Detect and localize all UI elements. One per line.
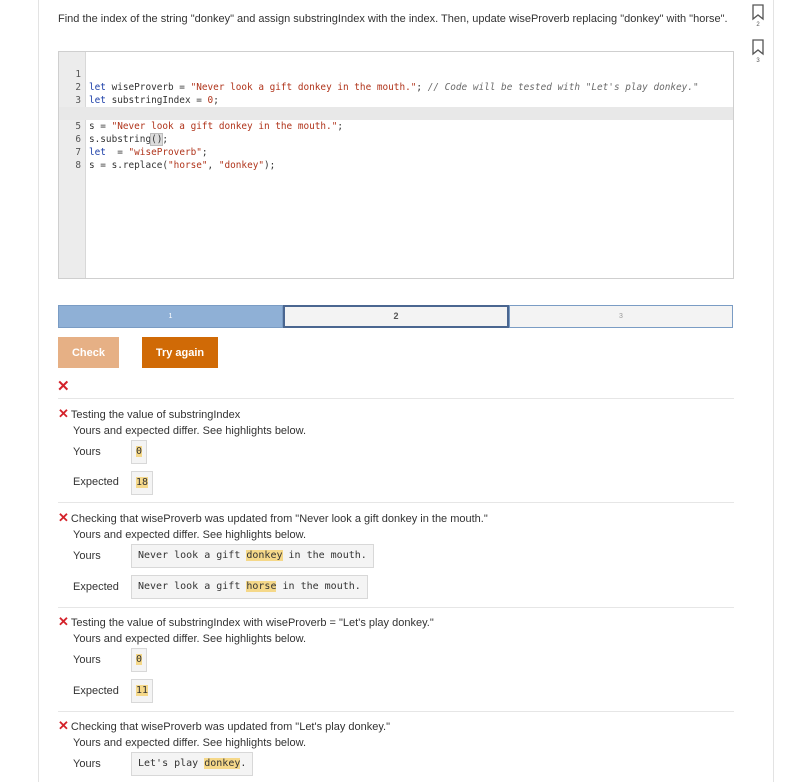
value-text: in the mouth. bbox=[282, 550, 367, 561]
test-title-text: Checking that wiseProverb was updated fr… bbox=[70, 513, 488, 525]
divider bbox=[58, 607, 734, 608]
diff-highlight: horse bbox=[246, 581, 277, 592]
code-line: 7 s = s.replace("horse", "donkey"); bbox=[59, 133, 733, 171]
bookmark-icon[interactable] bbox=[751, 39, 765, 56]
value-text: in the mouth. bbox=[276, 581, 361, 592]
yours-value: 0 bbox=[131, 440, 148, 464]
test-title: ✕ Checking that wiseProverb was updated f… bbox=[58, 510, 488, 526]
divider bbox=[58, 502, 734, 503]
check-button[interactable]: Check bbox=[58, 337, 119, 368]
test-title: ✕ Checking that wiseProverb was updated f… bbox=[58, 718, 390, 734]
diff-highlight: donkey bbox=[246, 550, 283, 561]
value-text: . bbox=[240, 758, 247, 769]
progress-step-2[interactable]: 2 bbox=[283, 305, 509, 328]
divider bbox=[58, 398, 734, 399]
code-line-active: 5 s.substring(); bbox=[59, 107, 733, 146]
test-title-text: Checking that wiseProverb was updated fr… bbox=[70, 721, 390, 733]
code-line: 4 s = "Never look a gift donkey in the m… bbox=[59, 94, 733, 132]
expected-value: 11 bbox=[131, 679, 154, 703]
differ-message: Yours and expected differ. See highlight… bbox=[73, 425, 307, 437]
test-result: ✕ Checking that wiseProverb was updated f… bbox=[58, 718, 734, 780]
yours-label: Yours bbox=[73, 758, 101, 770]
value-text: Let's play bbox=[138, 758, 205, 769]
diff-highlight: 11 bbox=[136, 685, 149, 696]
expected-value: Never look a gift horse in the mouth. bbox=[131, 575, 368, 599]
instructions-text: Find the index of the string "donkey" an… bbox=[58, 13, 728, 25]
yours-label: Yours bbox=[73, 446, 101, 458]
code-line: 6 let = "wiseProverb"; bbox=[59, 120, 733, 158]
string-literal: "horse" bbox=[168, 160, 208, 171]
test-result: ✕ Testing the value of substringIndex You… bbox=[58, 406, 734, 496]
code-editor[interactable]: 1 let wiseProverb = "Never look a gift d… bbox=[58, 51, 734, 279]
fail-icon: ✕ bbox=[58, 406, 69, 421]
progress-step-3[interactable]: 3 bbox=[509, 305, 733, 328]
fail-icon: ✕ bbox=[58, 614, 69, 629]
code-line: 8 bbox=[59, 146, 733, 171]
string-literal: "donkey" bbox=[218, 160, 264, 171]
value-text: Never look a gift bbox=[138, 581, 247, 592]
side-nav-number: 3 bbox=[756, 58, 760, 64]
code-text: s = s.replace( bbox=[89, 160, 169, 171]
line-code: s = s.replace("horse", "donkey"); bbox=[89, 159, 275, 172]
code-text: , bbox=[207, 160, 219, 171]
test-title-text: Testing the value of substringIndex bbox=[70, 409, 241, 421]
fail-icon: ✕ bbox=[58, 718, 69, 733]
code-line: 3 bbox=[59, 81, 733, 106]
test-result: ✕ Checking that wiseProverb was updated f… bbox=[58, 510, 734, 602]
test-title: ✕ Testing the value of substringIndex wit… bbox=[58, 614, 434, 630]
yours-label: Yours bbox=[73, 550, 101, 562]
code-text: ); bbox=[264, 160, 276, 171]
yours-value: Let's play donkey. bbox=[131, 752, 254, 776]
yours-label: Yours bbox=[73, 654, 101, 666]
yours-value: Never look a gift donkey in the mouth. bbox=[131, 544, 374, 568]
divider bbox=[58, 711, 734, 712]
diff-highlight: donkey bbox=[204, 758, 241, 769]
value-text: Never look a gift bbox=[138, 550, 247, 561]
expected-value: 18 bbox=[131, 471, 154, 495]
side-nav-number: 2 bbox=[756, 22, 760, 28]
expected-label: Expected bbox=[73, 685, 119, 697]
diff-highlight: 0 bbox=[136, 446, 143, 457]
try-again-button[interactable]: Try again bbox=[142, 337, 218, 368]
expected-label: Expected bbox=[73, 581, 119, 593]
differ-message: Yours and expected differ. See highlight… bbox=[73, 529, 307, 541]
differ-message: Yours and expected differ. See highlight… bbox=[73, 633, 307, 645]
expected-label: Expected bbox=[73, 476, 119, 488]
diff-highlight: 18 bbox=[136, 477, 149, 488]
yours-value: 0 bbox=[131, 648, 148, 672]
progress-step-1[interactable]: 1 bbox=[58, 305, 283, 328]
diff-highlight: 0 bbox=[136, 654, 143, 665]
test-title-text: Testing the value of substringIndex with… bbox=[70, 617, 434, 629]
differ-message: Yours and expected differ. See highlight… bbox=[73, 737, 307, 749]
fail-icon: ✕ bbox=[58, 510, 69, 525]
test-title: ✕ Testing the value of substringIndex bbox=[58, 406, 240, 422]
code-line: 1 let wiseProverb = "Never look a gift d… bbox=[59, 55, 733, 93]
line-number: 8 bbox=[75, 160, 81, 171]
code-line: 2 let substringIndex = 0; bbox=[59, 68, 733, 106]
bookmark-icon[interactable] bbox=[751, 4, 765, 21]
test-result: ✕ Testing the value of substringIndex wit… bbox=[58, 614, 734, 706]
fail-icon: ✕ bbox=[57, 378, 70, 395]
